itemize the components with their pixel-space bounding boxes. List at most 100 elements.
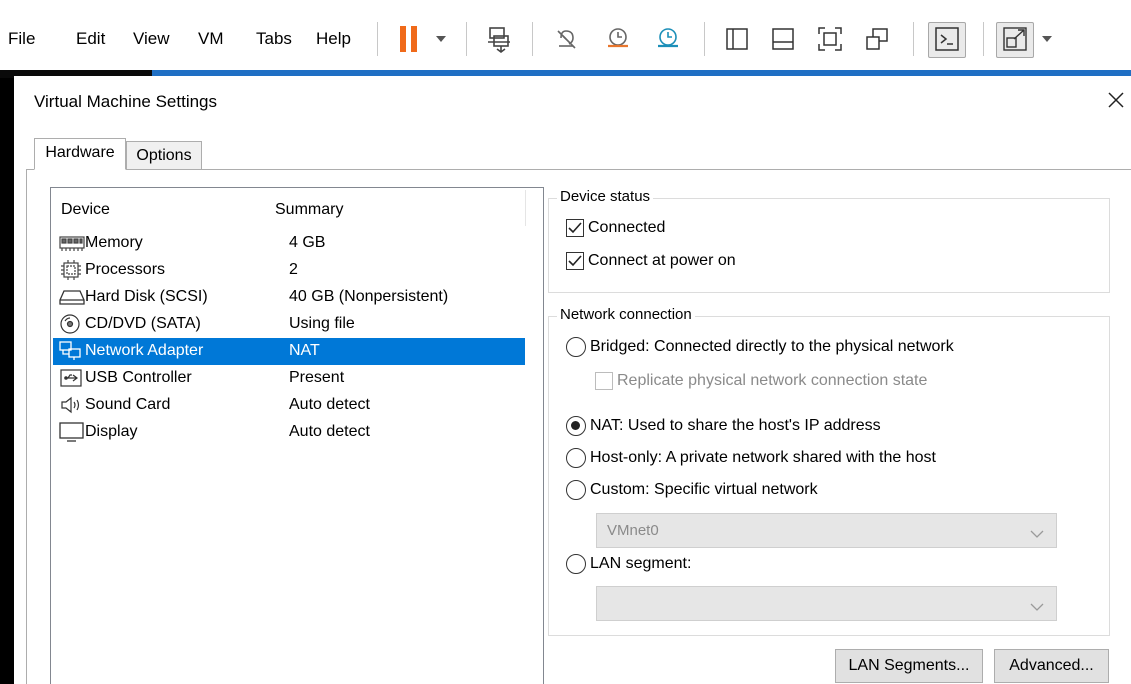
custom-radio[interactable]: Custom: Specific virtual network bbox=[566, 480, 818, 500]
pause-icon[interactable] bbox=[394, 22, 424, 56]
vmware-menubar: File Edit View VM Tabs Help bbox=[0, 0, 1131, 70]
toolbar-separator bbox=[532, 22, 533, 56]
menu-vm[interactable]: VM bbox=[198, 28, 224, 50]
custom-network-select[interactable]: VMnet0 bbox=[596, 513, 1057, 548]
toolbar-separator bbox=[913, 22, 914, 56]
host-only-label: Host-only: A private network shared with… bbox=[590, 449, 936, 466]
send-ctrl-alt-del-icon[interactable] bbox=[480, 22, 518, 56]
menu-tabs[interactable]: Tabs bbox=[256, 28, 292, 50]
toolbar-separator bbox=[377, 22, 378, 56]
device-summary: 4 GB bbox=[289, 234, 326, 251]
column-header-summary[interactable]: Summary bbox=[275, 201, 343, 219]
advanced-button[interactable]: Advanced... bbox=[994, 649, 1109, 683]
full-screen-icon[interactable] bbox=[815, 22, 845, 56]
chevron-down-icon bbox=[1030, 599, 1044, 616]
device-row-memory[interactable]: Memory 4 GB bbox=[53, 230, 525, 257]
connected-checkbox[interactable]: Connected bbox=[566, 219, 665, 237]
device-row-usb-controller[interactable]: USB Controller Present bbox=[53, 365, 525, 392]
replicate-state-checkbox[interactable]: Replicate physical network connection st… bbox=[595, 372, 927, 390]
snapshot-disabled-icon[interactable] bbox=[548, 22, 584, 56]
toolbar-separator bbox=[704, 22, 705, 56]
device-summary: 2 bbox=[289, 261, 298, 278]
nat-label: NAT: Used to share the host's IP address bbox=[590, 417, 881, 434]
replicate-state-label: Replicate physical network connection st… bbox=[617, 372, 928, 389]
network-connection-legend: Network connection bbox=[557, 306, 695, 323]
radio-circle bbox=[566, 416, 586, 436]
device-row-hard-disk[interactable]: Hard Disk (SCSI) 40 GB (Nonpersistent) bbox=[53, 284, 525, 311]
virtual-machine-settings-dialog: Virtual Machine Settings Hardware Option… bbox=[14, 76, 1131, 684]
menu-view[interactable]: View bbox=[133, 28, 170, 50]
tab-options[interactable]: Options bbox=[126, 141, 202, 170]
vm-window-edge bbox=[0, 70, 14, 684]
toolbar-separator bbox=[466, 22, 467, 56]
device-name: Network Adapter bbox=[85, 342, 204, 359]
memory-icon bbox=[59, 233, 85, 253]
device-row-network-adapter[interactable]: Network Adapter NAT bbox=[53, 338, 525, 365]
library-view-icon[interactable] bbox=[722, 22, 752, 56]
connect-at-power-on-checkbox[interactable]: Connect at power on bbox=[566, 252, 736, 270]
hard-disk-icon bbox=[59, 287, 85, 307]
nat-radio[interactable]: NAT: Used to share the host's IP address bbox=[566, 416, 881, 436]
device-name: Hard Disk (SCSI) bbox=[85, 288, 208, 305]
device-summary: Using file bbox=[289, 315, 355, 332]
device-list-header: Device Summary bbox=[51, 188, 543, 228]
radio-circle bbox=[566, 448, 586, 468]
lan-segment-label: LAN segment: bbox=[590, 555, 692, 572]
device-summary: Auto detect bbox=[289, 423, 370, 440]
speaker-icon bbox=[59, 395, 83, 415]
checkbox-box bbox=[566, 219, 584, 237]
close-icon[interactable] bbox=[1104, 88, 1128, 112]
column-header-device[interactable]: Device bbox=[61, 201, 110, 219]
lan-segment-radio[interactable]: LAN segment: bbox=[566, 554, 691, 574]
processor-icon bbox=[59, 260, 83, 280]
bridged-label: Bridged: Connected directly to the physi… bbox=[590, 338, 954, 355]
device-name: Sound Card bbox=[85, 396, 171, 413]
device-row-processors[interactable]: Processors 2 bbox=[53, 257, 525, 284]
stretch-guest-icon[interactable] bbox=[1000, 22, 1030, 56]
device-summary: NAT bbox=[289, 342, 320, 359]
chevron-down-icon bbox=[1030, 526, 1044, 543]
network-adapter-icon bbox=[59, 341, 83, 361]
lan-segments-button[interactable]: LAN Segments... bbox=[835, 649, 983, 683]
custom-label: Custom: Specific virtual network bbox=[590, 481, 818, 498]
dialog-title: Virtual Machine Settings bbox=[34, 92, 218, 111]
checkbox-box bbox=[595, 372, 613, 390]
device-name: Processors bbox=[85, 261, 166, 278]
radio-circle bbox=[566, 480, 586, 500]
dropdown-arrow-icon[interactable] bbox=[430, 22, 452, 56]
menu-file[interactable]: File bbox=[8, 28, 35, 50]
column-separator[interactable] bbox=[525, 190, 526, 226]
device-list[interactable]: Device Summary Memory 4 GB Processors 2 … bbox=[50, 187, 544, 684]
radio-circle bbox=[566, 337, 586, 357]
connect-at-power-on-label: Connect at power on bbox=[588, 252, 736, 269]
dropdown-arrow-icon[interactable] bbox=[1038, 22, 1056, 56]
host-only-radio[interactable]: Host-only: A private network shared with… bbox=[566, 448, 936, 468]
cd-dvd-icon bbox=[59, 314, 83, 334]
tab-hardware[interactable]: Hardware bbox=[34, 138, 126, 170]
bridged-radio[interactable]: Bridged: Connected directly to the physi… bbox=[566, 337, 954, 357]
unity-icon[interactable] bbox=[862, 22, 892, 56]
device-summary: Present bbox=[289, 369, 345, 386]
connected-label: Connected bbox=[588, 219, 666, 236]
device-name: USB Controller bbox=[85, 369, 192, 386]
console-view-icon[interactable] bbox=[932, 22, 962, 56]
device-name: CD/DVD (SATA) bbox=[85, 315, 201, 332]
menu-edit[interactable]: Edit bbox=[76, 28, 105, 50]
device-name: Memory bbox=[85, 234, 143, 251]
device-status-legend: Device status bbox=[557, 188, 654, 205]
thumbnail-bar-icon[interactable] bbox=[768, 22, 798, 56]
usb-icon bbox=[59, 368, 83, 388]
device-row-cd-dvd[interactable]: CD/DVD (SATA) Using file bbox=[53, 311, 525, 338]
revert-snapshot-icon[interactable] bbox=[600, 22, 636, 56]
device-row-sound-card[interactable]: Sound Card Auto detect bbox=[53, 392, 525, 419]
menu-help[interactable]: Help bbox=[316, 28, 351, 50]
toolbar-separator bbox=[983, 22, 984, 56]
device-row-display[interactable]: Display Auto detect bbox=[53, 419, 525, 446]
device-status-group bbox=[548, 198, 1110, 293]
display-icon bbox=[59, 422, 84, 442]
lan-segment-select[interactable] bbox=[596, 586, 1057, 621]
radio-circle bbox=[566, 554, 586, 574]
checkbox-box bbox=[566, 252, 584, 270]
custom-network-value: VMnet0 bbox=[607, 522, 659, 539]
snapshot-manager-icon[interactable] bbox=[650, 22, 686, 56]
